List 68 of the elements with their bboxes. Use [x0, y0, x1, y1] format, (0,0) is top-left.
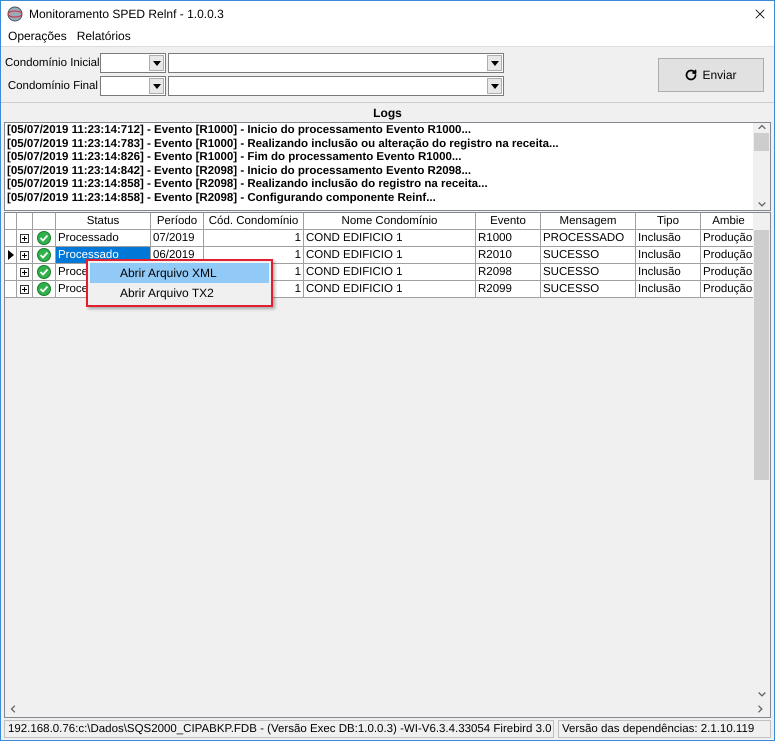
table-cell: Produção	[701, 281, 753, 298]
table-cell: Inclusão	[636, 230, 701, 247]
caret-icon	[490, 84, 498, 88]
scrollbar[interactable]	[753, 123, 770, 210]
status-connection: 192.168.0.76:c:\Dados\SQS2000_CIPABKP.FDB - (Versão Exec DB:1.0.0.3) -WI-V6.3.4.33054 Firebird 3.0	[4, 720, 554, 738]
table-cell: Produção	[701, 247, 753, 264]
code-dropdown[interactable]	[100, 53, 166, 73]
log-line: [05/07/2019 11:23:14:826] - Evento [R1000] - Fim do processamento Evento R1000...	[7, 151, 462, 164]
table-cell: R2099	[476, 281, 541, 298]
caret-icon	[152, 60, 160, 66]
name-dropdown[interactable]	[168, 76, 504, 96]
table-cell: R2010	[476, 247, 541, 264]
row-indicator-cell[interactable]	[5, 247, 17, 264]
menu-item[interactable]: Relatórios	[72, 29, 136, 43]
scrollbar-thumb[interactable]	[754, 230, 769, 480]
code-dropdown[interactable]	[100, 76, 166, 96]
table-cell: PROCESSADO	[541, 230, 636, 247]
caret-icon	[152, 84, 160, 88]
filter-label: Condomínio Final	[6, 80, 98, 92]
table-cell: R1000	[476, 230, 541, 247]
scrollbar-thumb[interactable]	[754, 133, 769, 151]
column-header[interactable]: Período	[151, 213, 204, 230]
status-version: Versão das dependências: 2.1.10.119	[558, 720, 771, 738]
log-line: [05/07/2019 11:23:14:842] - Evento [R2098] - Inicio do processamento Evento R2098...	[7, 164, 472, 178]
context-menu-item[interactable]: Abrir Arquivo XML	[90, 263, 269, 283]
expand-icon[interactable]	[20, 268, 29, 276]
column-header[interactable]: Evento	[476, 213, 541, 230]
table-cell: Inclusão	[636, 247, 701, 264]
refresh-icon	[685, 68, 698, 80]
row-pointer-icon	[8, 250, 14, 260]
table-cell: SUCESSO	[541, 281, 636, 298]
row-indicator-cell[interactable]	[5, 230, 17, 247]
filter-label: Condomínio Inicial	[5, 57, 98, 69]
app-logo-icon	[7, 6, 23, 22]
column-header[interactable]: Status	[56, 213, 151, 230]
log-line: [05/07/2019 11:23:14:783] - Evento [R1000] - Realizando inclusão ou alteração do registro na receita...	[7, 138, 560, 151]
table-cell: Inclusão	[636, 264, 701, 281]
column-header[interactable]: Ambie	[701, 213, 753, 230]
table-cell: COND EDIFICIO 1	[304, 230, 476, 247]
name-dropdown[interactable]	[168, 53, 504, 73]
menu-item[interactable]: Operações	[3, 29, 72, 43]
table-cell: 07/2019	[151, 230, 204, 247]
table-cell: SUCESSO	[541, 264, 636, 281]
log-line: [05/07/2019 11:23:14:712] - Evento [R1000] - Inicio do processamento Evento R1000...	[7, 124, 472, 138]
window-title: Monitoramento SPED Relnf - 1.0.0.3	[29, 6, 225, 20]
log-line: [05/07/2019 11:23:14:858] - Evento [R2098] - Configurando componente Reinf...	[7, 192, 437, 205]
column-header[interactable]: Tipo	[636, 213, 701, 230]
table-cell: 1	[204, 230, 304, 247]
expand-icon[interactable]	[20, 284, 29, 294]
table-cell: Produção	[701, 230, 753, 247]
table-cell: COND EDIFICIO 1	[304, 281, 476, 298]
row-indicator-cell[interactable]	[5, 264, 17, 281]
log-line: [05/07/2019 11:23:14:858] - Evento [R2098] - Realizando inclusão do registro na receita...	[7, 178, 489, 192]
column-header[interactable]: Mensagem	[541, 213, 636, 230]
table-cell: R2098	[476, 264, 541, 281]
expand-icon[interactable]	[20, 234, 29, 242]
table-cell: SUCESSO	[541, 247, 636, 264]
table-cell: Produção	[701, 264, 753, 281]
caret-icon	[490, 60, 498, 66]
column-header[interactable]: Nome Condomínio	[304, 213, 476, 230]
expand-icon[interactable]	[20, 250, 29, 260]
table-cell: COND EDIFICIO 1	[304, 264, 476, 281]
row-indicator-cell[interactable]	[5, 281, 17, 298]
table-cell: COND EDIFICIO 1	[304, 247, 476, 264]
column-header[interactable]: Cód. Condomínio	[204, 213, 304, 230]
table-cell: Processado	[56, 230, 151, 247]
table-cell: Inclusão	[636, 281, 701, 298]
send-button[interactable]: Enviar	[658, 58, 764, 92]
